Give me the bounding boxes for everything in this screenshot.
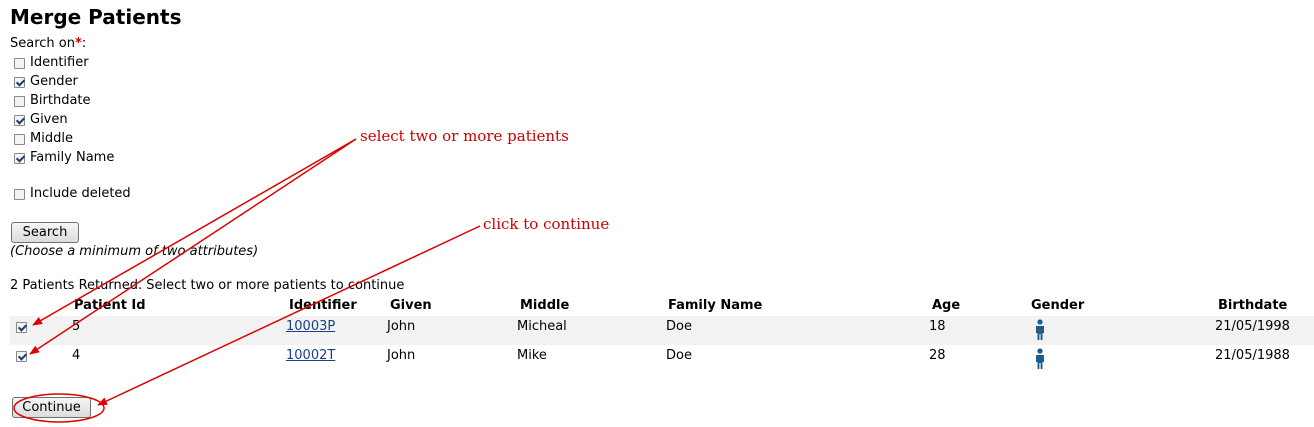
annotation-select-patients: select two or more patients — [360, 127, 569, 145]
arrow-to-continue — [97, 225, 481, 406]
annotation-overlay — [13, 138, 481, 423]
annotation-click-continue: click to continue — [483, 215, 610, 233]
arrow-to-row-2 — [29, 138, 357, 355]
arrow-to-row-1 — [32, 138, 357, 326]
continue-highlight-circle — [13, 393, 105, 423]
